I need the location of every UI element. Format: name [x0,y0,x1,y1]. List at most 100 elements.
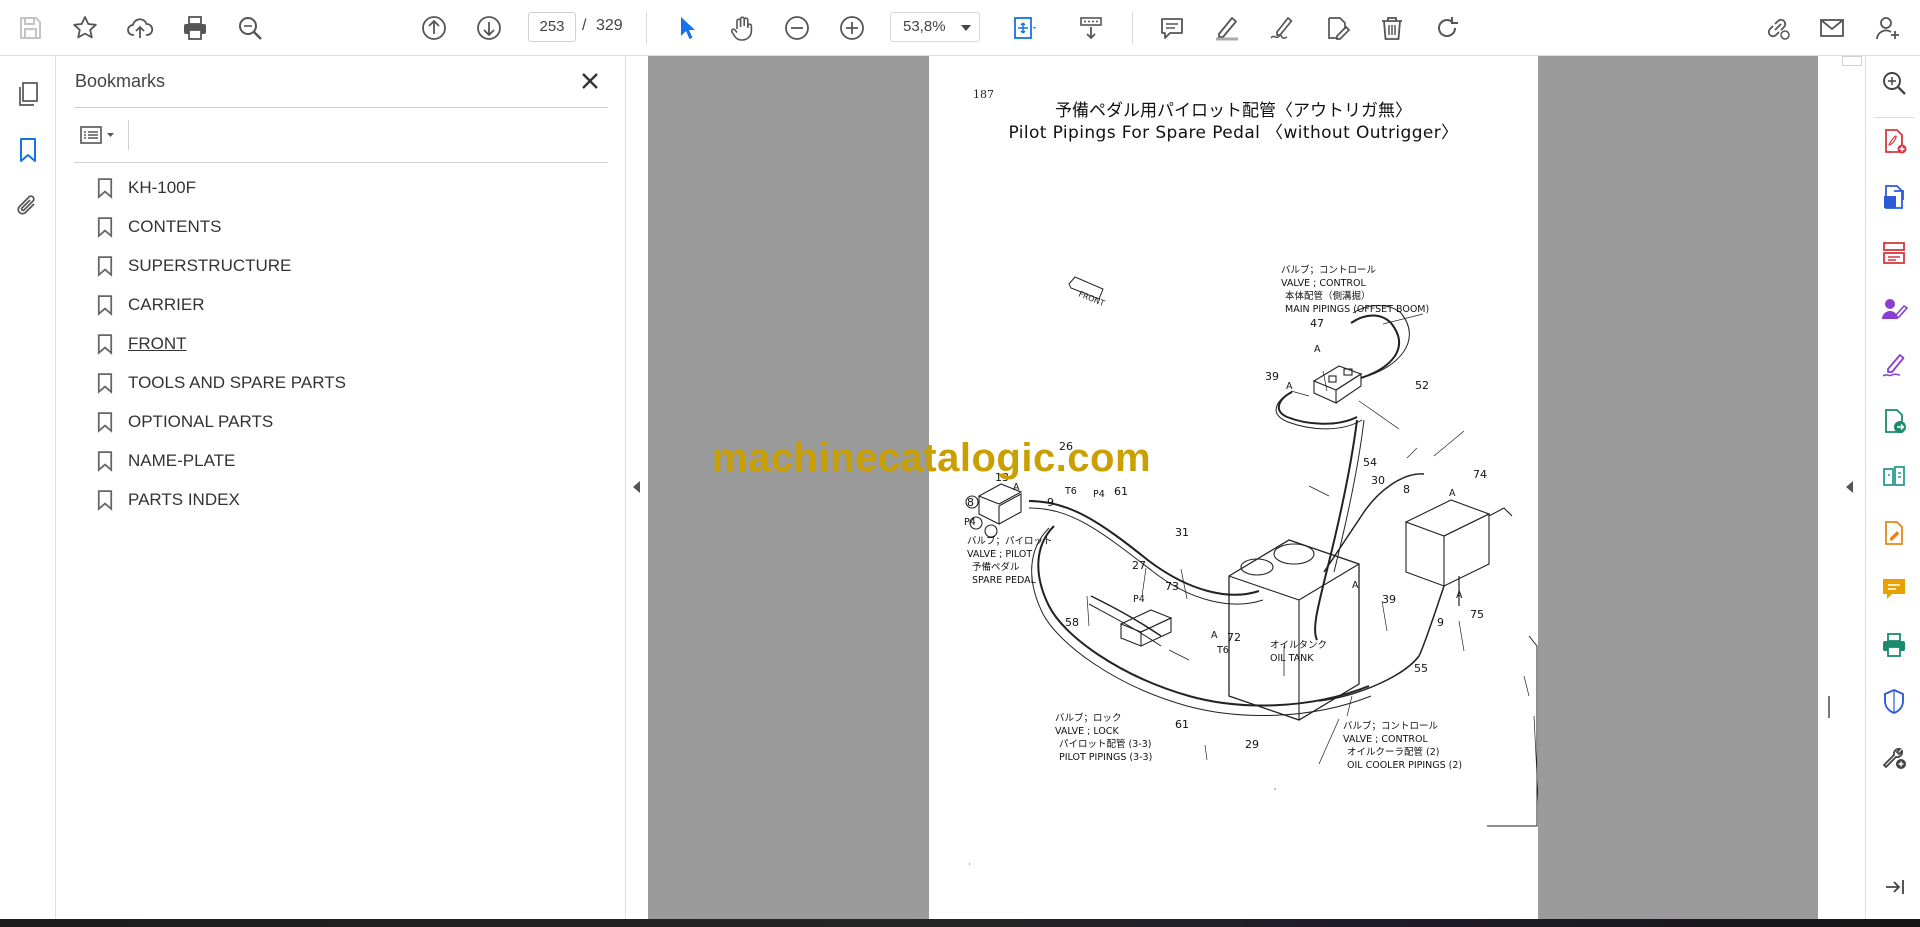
print-icon[interactable] [175,8,215,48]
hand-icon[interactable] [722,8,762,48]
port-label: A [1456,590,1463,601]
sign-icon[interactable] [1262,8,1302,48]
collapse-panel-icon[interactable] [633,481,640,493]
chevron-down-icon [961,25,971,31]
export-pdf-icon[interactable] [1877,180,1911,214]
callout-number: 73 [1165,580,1179,593]
bookmark-ribbon-icon [94,370,116,396]
collapse-tools-icon[interactable] [1877,870,1911,904]
right-tools-rail [1865,56,1920,919]
document-viewport[interactable]: 187 予備ペダル用パイロット配管〈アウトリガ無〉 Pilot Pipings … [648,56,1818,919]
attachments-icon[interactable] [12,190,44,222]
zoom-select[interactable]: 53,8% [890,12,980,42]
callout-number: 8 [967,496,974,509]
bookmark-item[interactable]: CONTENTS [94,207,346,246]
valve-control-bottom-en: VALVE ; CONTROL [1343,734,1428,745]
port-label: P4 [1093,489,1105,500]
bookmark-item[interactable]: OPTIONAL PARTS [94,402,346,441]
page-number-input[interactable]: 253 [528,12,576,42]
bookmark-ribbon-icon [94,292,116,318]
comment-tool-icon[interactable] [1877,572,1911,606]
request-signatures-icon[interactable] [1877,292,1911,326]
bookmark-item[interactable]: TOOLS AND SPARE PARTS [94,363,346,402]
callout-number: 54 [1363,456,1377,469]
fill-sign-icon[interactable] [1317,8,1357,48]
send-for-review-icon[interactable] [1877,404,1911,438]
bookmark-item[interactable]: SUPERSTRUCTURE [94,246,346,285]
valve-control-top-jp: バルブ；コントロール [1281,264,1377,276]
control-valve-right [1404,499,1513,587]
scroll-mode-icon[interactable] [1071,8,1111,48]
port-label: T6 [1064,486,1077,497]
scrollbar-grip[interactable] [1828,696,1830,718]
fill-and-sign-icon[interactable] [1877,348,1911,382]
bookmark-item[interactable]: KH-100F [94,168,346,207]
zoom-search-icon[interactable] [230,8,270,48]
page-total: 329 [596,17,623,34]
bookmark-label: KH-100F [128,177,197,197]
zoom-value: 53,8% [903,18,946,35]
bookmark-ribbon-icon [94,409,116,435]
valve-control-top-en: VALVE ; CONTROL [1281,278,1366,289]
edit-pdf-icon[interactable] [1877,516,1911,550]
zoom-out-icon[interactable] [777,8,817,48]
callout-number: 61 [1175,718,1189,731]
rotate-icon[interactable] [1427,8,1467,48]
valve-lock-jp: バルブ；ロック [1055,712,1122,724]
create-pdf-icon[interactable] [1877,124,1911,158]
next-page-icon[interactable] [469,8,509,48]
bookmark-label: CARRIER [128,294,205,314]
highlight-pen-icon[interactable] [1207,8,1247,48]
callout-number: 55 [1414,662,1428,675]
more-tools-icon[interactable] [1877,740,1911,774]
scrollbar-thumb[interactable] [1842,56,1862,66]
bookmark-item-active[interactable]: FRONT [94,324,346,363]
right-panel-splitter[interactable] [1818,56,1865,919]
bookmark-ribbon-icon [94,214,116,240]
save-icon[interactable] [10,8,50,48]
top-toolbar: 253 / 329 53,8% [0,0,1920,56]
callout-number: 39 [1265,370,1279,383]
bookmark-ribbon-icon [94,175,116,201]
callout-number: 30 [1371,474,1385,487]
fit-page-icon[interactable] [1004,8,1044,48]
oil-cooler-en: OIL COOLER PIPINGS (2) [1347,760,1462,771]
bookmarks-icon[interactable] [12,134,44,166]
page-thumbnails-icon[interactable] [12,78,44,110]
panel-splitter[interactable] [626,56,648,919]
page-separator: / [582,17,587,34]
callout-number: 72 [1227,631,1241,644]
email-icon[interactable] [1812,8,1852,48]
account-icon[interactable] [1868,8,1908,48]
bookmark-label: SUPERSTRUCTURE [128,255,292,275]
select-arrow-icon[interactable] [667,8,707,48]
bookmark-star-icon[interactable] [65,8,105,48]
zoom-in-icon[interactable] [832,8,872,48]
watermark: machinecatalogic.com [712,436,1152,480]
print-production-icon[interactable] [1877,628,1911,662]
valve-control-bottom-jp: バルブ；コントロール [1343,720,1439,732]
callout-number: 9 [1047,496,1054,509]
organize-pages-icon[interactable] [1877,236,1911,270]
oil-tank-en: OIL TANK [1270,653,1314,664]
oil-cooler-jp: オイルクーラ配管 (2) [1347,746,1439,758]
bookmark-item[interactable]: NAME-PLATE [94,441,346,480]
main-pipings-en: MAIN PIPINGS (OFFSET BOOM) [1285,304,1429,315]
options-list-icon [80,126,114,144]
prev-page-icon[interactable] [414,8,454,48]
comment-icon[interactable] [1152,8,1192,48]
bookmark-item[interactable]: PARTS INDEX [94,480,346,519]
upload-cloud-icon[interactable] [120,8,160,48]
protect-shield-icon[interactable] [1877,684,1911,718]
bookmark-options-button[interactable] [74,120,122,150]
bookmark-ribbon-icon [94,487,116,513]
oil-tank-jp: オイルタンク [1270,640,1327,651]
bookmark-item[interactable]: CARRIER [94,285,346,324]
search-zoom-icon[interactable] [1877,66,1911,100]
close-icon[interactable] [577,68,603,94]
share-link-icon[interactable] [1757,8,1797,48]
expand-panel-icon[interactable] [1846,481,1853,493]
compare-files-icon[interactable] [1877,460,1911,494]
spare-pedal-en: SPARE PEDAL [972,575,1037,586]
delete-icon[interactable] [1372,8,1412,48]
